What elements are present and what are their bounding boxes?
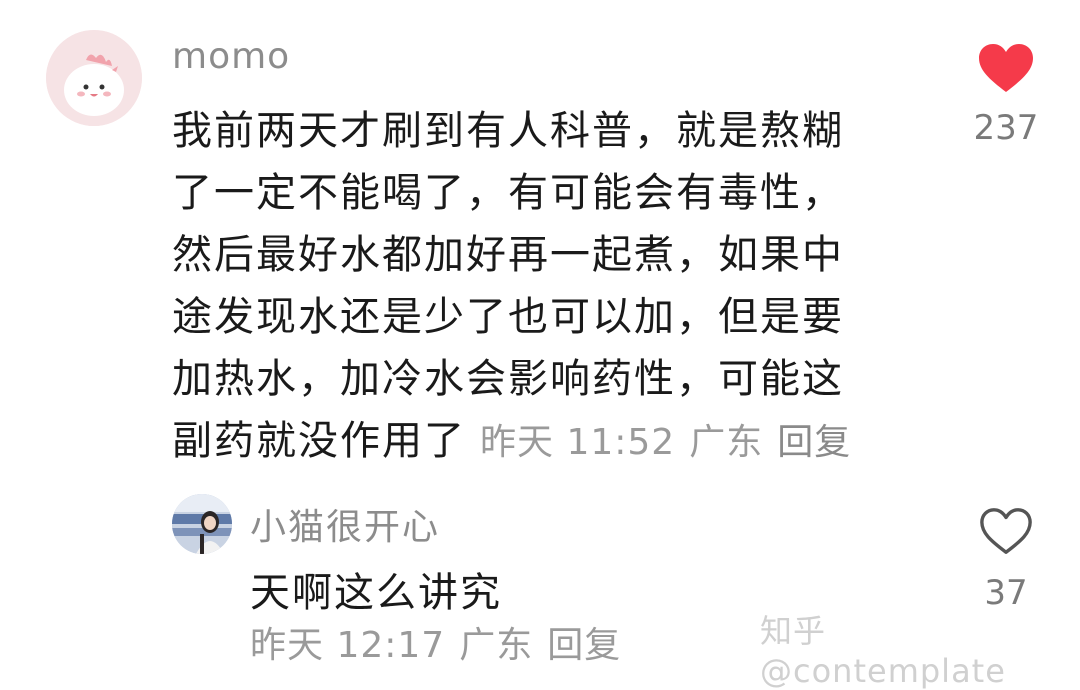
heart-filled-icon xyxy=(979,44,1033,92)
reply-avatar-image xyxy=(172,494,232,554)
comment-line: 我前两天才刷到有人科普，就是熬糊 xyxy=(172,108,844,154)
comment-username[interactable]: momo xyxy=(172,36,290,77)
reply-meta: 昨天 12:17 广东 回复 xyxy=(250,616,621,668)
avatar[interactable] xyxy=(46,30,142,126)
comment-time: 昨天 11:52 xyxy=(480,422,676,463)
avatar-image xyxy=(46,30,142,126)
reply-avatar[interactable] xyxy=(172,494,232,554)
like-count: 237 xyxy=(973,108,1039,148)
reply-text: 天啊这么讲究 xyxy=(250,570,502,616)
reply-button[interactable]: 回复 xyxy=(777,422,851,463)
reply-time: 昨天 12:17 xyxy=(250,625,446,666)
like-button[interactable]: 237 xyxy=(970,42,1042,148)
comment-line: 副药就没作用了 xyxy=(172,418,466,464)
comment-location: 广东 xyxy=(689,422,764,463)
comment-line: 了一定不能喝了，有可能会有毒性， xyxy=(172,170,844,216)
comment-line: 加热水，加冷水会影响药性，可能这 xyxy=(172,356,844,402)
reply-reply-button[interactable]: 回复 xyxy=(547,625,621,666)
comment-line: 途发现水还是少了也可以加，但是要 xyxy=(172,294,844,340)
comment-last-line: 副药就没作用了 昨天 11:52 广东 回复 xyxy=(172,410,912,474)
watermark: 知乎 @contemplate xyxy=(760,612,1006,690)
reply-username[interactable]: 小猫很开心 xyxy=(250,498,440,550)
comment-line: 然后最好水都加好再一起煮，如果中 xyxy=(172,232,844,278)
reply-like-button[interactable]: 37 xyxy=(970,505,1042,613)
comment-meta: 昨天 11:52 广东 回复 xyxy=(480,422,851,463)
reply-location: 广东 xyxy=(459,625,534,666)
comment-text: 我前两天才刷到有人科普，就是熬糊 了一定不能喝了，有可能会有毒性， 然后最好水都… xyxy=(172,100,912,474)
heart-outline-icon xyxy=(980,508,1032,554)
